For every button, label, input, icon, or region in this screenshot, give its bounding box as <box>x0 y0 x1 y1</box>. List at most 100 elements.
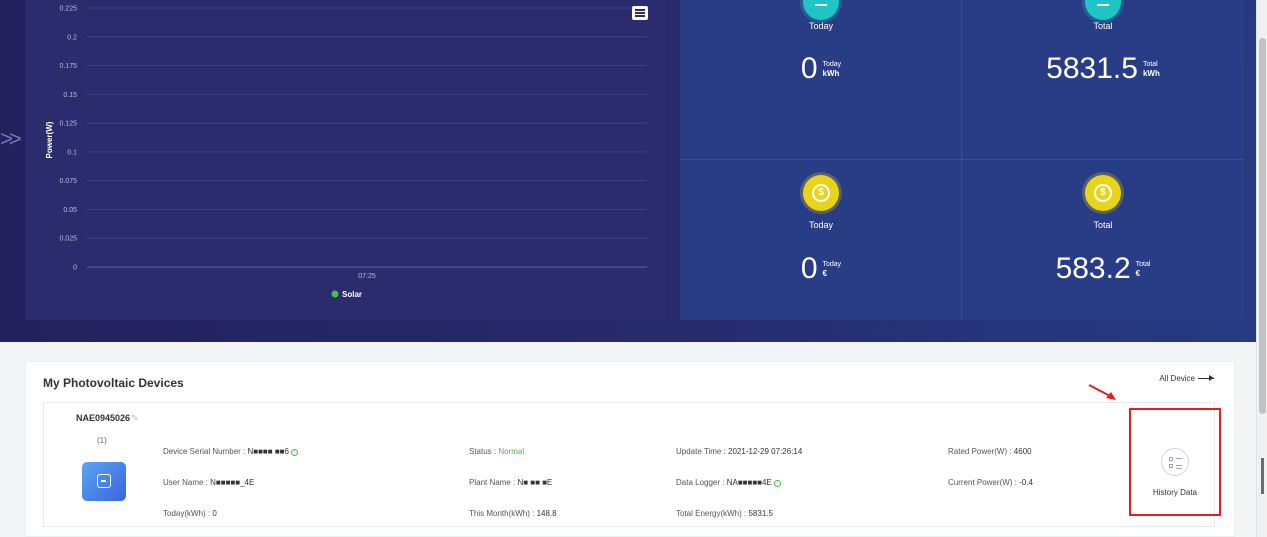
y-tick-label: 0.025 <box>59 236 77 243</box>
stat-unit-top: Today <box>822 261 842 268</box>
stat-unit: € <box>1135 269 1141 278</box>
stat-caption: Today <box>808 21 834 31</box>
total-energy-field: Total Energy(kWh) : 5831.5 <box>676 509 773 518</box>
stat-number: 0 <box>800 52 818 85</box>
field-label: Today(kWh) : <box>163 509 213 518</box>
device-row: NAE0945026✎ (1) Device Serial Number : N… <box>43 402 1221 527</box>
scrollbar-thumb[interactable] <box>1259 38 1266 414</box>
stat-unit: kWh <box>1142 69 1160 78</box>
data-logger-field: Data Logger : NA■■■■■4E! <box>676 478 781 487</box>
field-value: 4600 <box>1013 447 1032 456</box>
stat-unit-top: Total <box>1142 61 1158 68</box>
legend-marker[interactable] <box>331 290 339 298</box>
field-label: Device Serial Number : <box>163 447 248 456</box>
x-tick-label: 07:25 <box>358 273 376 280</box>
coin-icon: $ <box>803 175 839 211</box>
stat-unit-top: Total <box>1135 261 1151 268</box>
y-tick-label: 0.125 <box>59 121 77 128</box>
field-value: 5831.5 <box>748 509 773 518</box>
y-tick-label: 0 <box>73 265 77 272</box>
page-scrollbar[interactable] <box>1256 0 1267 537</box>
arrow-right-icon <box>1198 375 1214 382</box>
stat-unit: kWh <box>822 69 840 78</box>
month-energy-field: This Month(kWh) : 148.8 <box>469 509 557 518</box>
serial-field: Device Serial Number : N■■■■ ■■6! <box>163 447 298 456</box>
field-label: User Name : <box>163 478 211 487</box>
rated-power-field: Rated Power(W) : 4600 <box>948 447 1032 456</box>
all-device-label: All Device <box>1159 374 1195 383</box>
edit-pencil-icon[interactable]: ✎ <box>131 413 139 423</box>
hamburger-menu-icon[interactable] <box>632 6 648 20</box>
inverter-device-icon[interactable] <box>82 462 126 501</box>
stat-value: 5831.5 Total kWh <box>962 52 1244 86</box>
stat-income-total: $ Total 583.2 Total € <box>962 160 1244 320</box>
stat-caption: Total <box>1093 220 1113 230</box>
y-tick-label: 0.175 <box>59 63 77 70</box>
devices-card: My Photovoltaic Devices All Device NAE09… <box>25 361 1235 537</box>
field-value: N■■■■ ■■6 <box>247 447 289 456</box>
all-device-link[interactable]: All Device <box>1159 374 1214 383</box>
y-tick-label: 0.225 <box>59 6 77 13</box>
scrollbar-marker <box>1261 458 1264 494</box>
field-label: Total Energy(kWh) : <box>676 509 749 518</box>
field-label: This Month(kWh) : <box>469 509 537 518</box>
expand-chevron-icon[interactable]: >> <box>0 126 26 152</box>
device-id: NAE0945026✎ <box>76 413 139 424</box>
field-value: 0 <box>212 509 217 518</box>
history-data-icon[interactable] <box>1161 448 1189 476</box>
field-label: Status : <box>469 447 499 456</box>
y-tick-label: 0.2 <box>67 34 77 41</box>
field-value: 2021-12-29 07:26:14 <box>728 447 803 456</box>
stat-unit-top: Today <box>822 61 842 68</box>
status-field: Status : Normal <box>469 447 524 456</box>
stat-income-today: $ Today 0 Today € <box>680 160 962 320</box>
history-data-button[interactable]: History Data <box>1131 488 1219 497</box>
info-icon[interactable]: ! <box>773 480 781 487</box>
device-id-text: NAE0945026 <box>76 413 131 423</box>
stat-energy-today: Today 0 Today kWh <box>680 0 962 160</box>
field-label: Plant Name : <box>469 478 518 487</box>
field-value: N■■■■■_4E <box>210 478 255 487</box>
field-label: Rated Power(W) : <box>948 447 1014 456</box>
stat-caption: Total <box>1093 21 1113 31</box>
stat-unit: € <box>822 269 827 278</box>
stat-value: 583.2 Total € <box>962 252 1244 286</box>
today-energy-field: Today(kWh) : 0 <box>163 509 217 518</box>
status-value: Normal <box>498 447 525 456</box>
power-chart: 0.225 0.2 0.175 0.15 0.125 0.1 0.075 0.05 0.025 0… <box>45 6 647 299</box>
legend-label[interactable]: Solar <box>342 290 362 299</box>
y-axis-label: Power(W) <box>45 121 54 158</box>
solar-panel-icon <box>803 0 839 20</box>
field-value: N■ ■■ ■E <box>517 478 553 487</box>
section-title: My Photovoltaic Devices <box>43 376 184 390</box>
stat-caption: Today <box>808 220 834 230</box>
field-label: Update Time : <box>676 447 729 456</box>
field-value: NA■■■■■4E <box>726 478 772 487</box>
history-data-highlight: History Data <box>1129 408 1221 516</box>
annotation-arrow-icon <box>1088 384 1116 400</box>
update-time-field: Update Time : 2021-12-29 07:26:14 <box>676 447 802 456</box>
stat-number: 5831.5 <box>1046 52 1138 85</box>
stat-energy-total: Total 5831.5 Total kWh <box>962 0 1244 160</box>
y-tick-label: 0.05 <box>63 207 77 214</box>
user-name-field: User Name : N■■■■■_4E <box>163 478 254 487</box>
stat-value: 0 Today kWh <box>680 52 962 86</box>
power-chart-panel: 0.225 0.2 0.175 0.15 0.125 0.1 0.075 0.05 0.025 0… <box>25 0 666 320</box>
y-tick-label: 0.1 <box>67 149 77 156</box>
field-value: 148.8 <box>536 509 557 518</box>
stats-panel: Today 0 Today kWh Total 5831.5 Total kWh $ T… <box>680 0 1244 320</box>
stat-number: 0 <box>800 252 818 285</box>
current-power-field: Current Power(W) : -0.4 <box>948 478 1033 487</box>
device-index: (1) <box>97 436 107 445</box>
coin-icon: $ <box>1085 175 1121 211</box>
solar-panel-icon <box>1085 0 1121 20</box>
field-label: Data Logger : <box>676 478 727 487</box>
plant-name-field: Plant Name : N■ ■■ ■E <box>469 478 552 487</box>
y-tick-label: 0.15 <box>63 92 77 99</box>
stat-value: 0 Today € <box>680 252 962 286</box>
field-label: Current Power(W) : <box>948 478 1020 487</box>
info-icon[interactable]: ! <box>290 449 298 456</box>
field-value: -0.4 <box>1019 478 1033 487</box>
y-tick-label: 0.075 <box>59 178 77 185</box>
stat-number: 583.2 <box>1055 252 1131 285</box>
